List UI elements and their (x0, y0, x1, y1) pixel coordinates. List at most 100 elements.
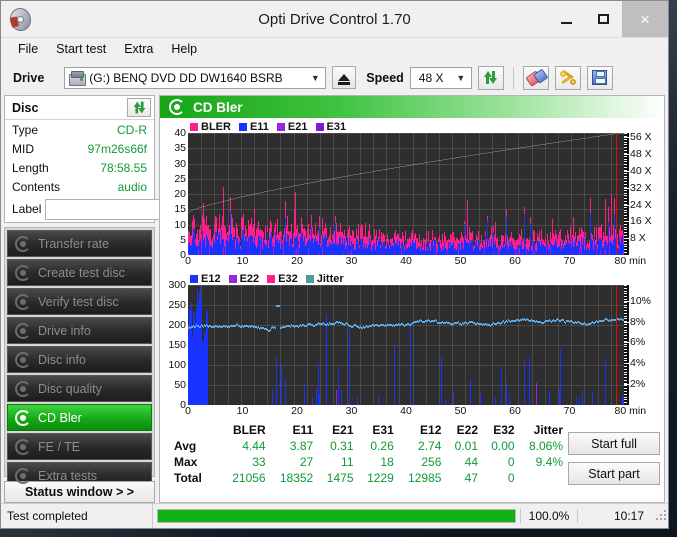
e12-jitter-chart-plot[interactable] (188, 285, 624, 405)
sidebar-item-create-test-disc[interactable]: Create test disc (7, 259, 152, 286)
table-row: Total 21056 18352 1475 1229 12985 47 0 (164, 470, 568, 486)
sidebar-item-label: Disc info (38, 352, 86, 367)
tools-button[interactable] (554, 65, 581, 90)
cell-avg-e32: 0.00 (491, 439, 515, 453)
main-area: Disc Type CD-R MID 97m26s66f Length 78:5… (1, 95, 668, 503)
cell-total-e21: 1475 (326, 471, 354, 485)
right-tick-label: 2% (630, 378, 646, 391)
start-part-label: Start part (588, 466, 640, 481)
disc-row-type: Type CD-R (5, 120, 154, 139)
progress-percent: 100.0% (520, 509, 577, 523)
speed-select[interactable]: 48 X ▼ (409, 66, 472, 89)
menu-item-help[interactable]: Help (162, 40, 206, 58)
cell-total-jitter (520, 470, 568, 486)
cell-max-e31: 18 (380, 455, 394, 469)
sidebar-item-fe-te[interactable]: FE / TE (7, 433, 152, 460)
legend-item-e31: E31 (315, 120, 347, 133)
disc-label-row: Label (5, 196, 250, 222)
sidebar-item-disc-quality[interactable]: Disc quality (7, 375, 152, 402)
legend-item-e22: E22 (228, 273, 259, 285)
disc-mid-value: 97m26s66f (87, 141, 147, 156)
disc-length-label: Length (12, 160, 49, 175)
toolbar-divider (512, 66, 514, 89)
legend-label: E11 (249, 120, 269, 133)
menu-item-extra[interactable]: Extra (115, 40, 162, 58)
menu-item-file[interactable]: File (9, 40, 47, 58)
eject-button[interactable] (332, 66, 357, 89)
cell-total-e22: 47 (464, 471, 478, 485)
menu-item-start-test[interactable]: Start test (47, 40, 115, 58)
eject-icon (338, 74, 351, 85)
start-full-button[interactable]: Start full (568, 432, 660, 455)
erase-button[interactable] (522, 65, 549, 90)
y-tick-label: 150 (168, 339, 186, 351)
disc-row-mid: MID 97m26s66f (5, 139, 154, 158)
close-button[interactable]: × (622, 1, 668, 37)
disc-type-value: CD-R (117, 122, 147, 137)
right-tick-label: 48 X (630, 148, 652, 161)
legend-swatch (190, 122, 198, 131)
cell-max-e21: 11 (341, 455, 354, 469)
disc-contents-value: audio (117, 179, 147, 194)
bler-chart-plot[interactable] (188, 133, 624, 255)
legend-item-e21: E21 (276, 121, 308, 133)
sidebar-item-transfer-rate[interactable]: Transfer rate (7, 230, 152, 257)
drive-select[interactable]: (G:) BENQ DVD DD DW1640 BSRB ▼ (64, 66, 327, 89)
legend-label: E31 (326, 120, 347, 133)
x-tick-label: 40 (400, 255, 412, 267)
sidebar-item-cd-bler[interactable]: CD Bler (7, 404, 152, 431)
x-tick-label: 10 (236, 255, 249, 267)
page-title: CD Bler (193, 99, 243, 115)
disc-test-icon (15, 293, 31, 310)
y-tick-label: 15 (174, 203, 186, 216)
right-tick-label: 24 X (630, 198, 652, 211)
disc-test-icon (15, 438, 31, 455)
content-header: CD Bler (160, 96, 664, 118)
y-tick-label: 100 (168, 359, 186, 371)
save-button[interactable] (586, 65, 613, 90)
minimize-button[interactable] (548, 1, 585, 37)
status-window-button[interactable]: Status window > > (4, 481, 155, 503)
test-nav-list: Transfer rate Create test disc Verify te… (4, 227, 155, 497)
cell-total-e12: 12985 (408, 471, 442, 485)
refresh-button[interactable] (477, 65, 504, 90)
x-tick-label: 10 (236, 405, 249, 417)
cell-avg-jitter: 8.06% (528, 439, 563, 453)
sidebar-item-drive-info[interactable]: Drive info (7, 317, 152, 344)
drive-icon (69, 70, 87, 86)
x-tick-label: 80 min (614, 255, 647, 267)
sidebar-item-disc-info[interactable]: Disc info (7, 346, 152, 373)
row-header-max: Max (174, 455, 198, 469)
test-action-buttons: Start full Start part (568, 422, 660, 500)
legend-item-bler: BLER (190, 121, 231, 133)
legend-swatch (238, 122, 247, 131)
speed-label: Speed (366, 70, 404, 85)
legend-swatch (315, 122, 324, 131)
legend-swatch (190, 274, 198, 283)
x-tick-label: 30 (345, 255, 358, 267)
disc-length-value: 78:58.55 (100, 160, 147, 175)
bler-chart-legend: BLER E11 E21 E31 (164, 120, 660, 133)
statistics-table: BLER E11 E21 E31 E12 E22 E32 Jitter Avg … (164, 422, 568, 500)
disc-test-icon (15, 264, 31, 281)
chevron-down-icon: ▼ (456, 72, 466, 83)
bler-chart-x-axis: 0 10 20 30 40 50 60 70 80 min (164, 255, 660, 268)
maximize-icon (598, 14, 609, 24)
disc-panel-header: Disc (5, 96, 154, 120)
disc-test-icon (15, 467, 31, 484)
start-part-button[interactable]: Start part (568, 462, 660, 485)
disc-test-icon (15, 380, 31, 397)
disc-row-contents: Contents audio (5, 177, 154, 196)
sidebar-item-label: Disc quality (38, 381, 102, 396)
sidebar-item-verify-test-disc[interactable]: Verify test disc (7, 288, 152, 315)
right-tick-label: 6% (630, 336, 646, 349)
column-header-bler: BLER (232, 423, 266, 437)
cell-total-e11: 18352 (279, 471, 314, 485)
bler-chart-y-axis: 0 5 10 15 20 25 30 35 40 (164, 127, 188, 261)
resize-grip[interactable] (652, 504, 668, 528)
disc-test-icon (15, 409, 31, 426)
sidebar-item-label: Verify test disc (38, 294, 119, 309)
table-corner (164, 422, 223, 438)
disc-refresh-button[interactable] (127, 98, 151, 117)
maximize-button[interactable] (585, 1, 622, 37)
